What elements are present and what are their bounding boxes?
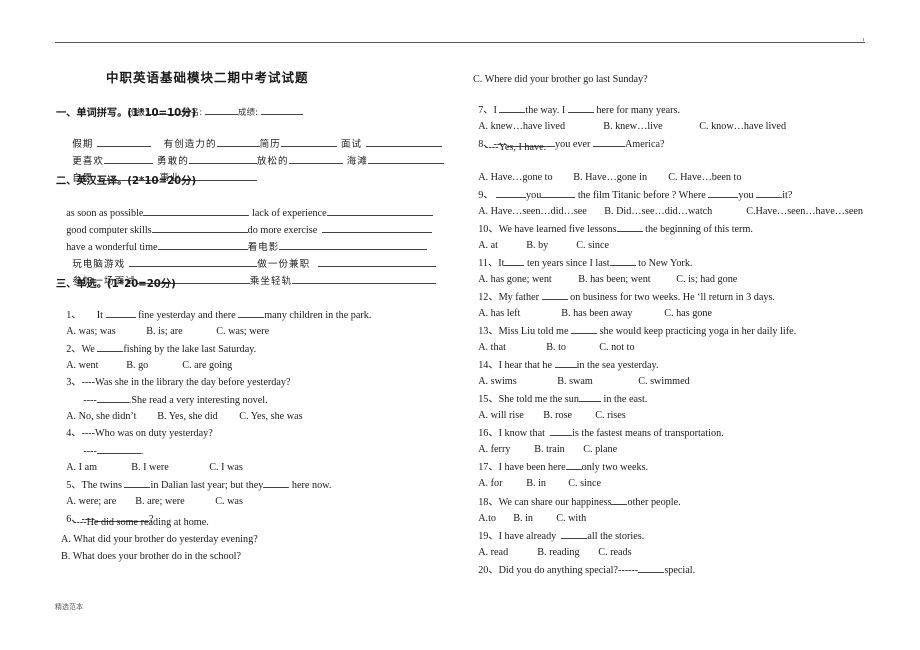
question-text: Did you do anything special?------ bbox=[498, 565, 639, 576]
section2-heading: 二、英汉互译。(2*10=20分) bbox=[56, 176, 197, 187]
exam-title: 中职英语基础模块二期中考试试题 bbox=[106, 70, 309, 85]
option-a[interactable]: A. What did your brother do yesterday ev… bbox=[61, 533, 258, 546]
option-c[interactable]: C. Yes, she was bbox=[239, 410, 302, 423]
section1-heading: 一、单词拼写。(1*10=10分) bbox=[56, 108, 197, 119]
reply-6: ----He did some reading at home. bbox=[73, 517, 209, 528]
answer-blank[interactable] bbox=[611, 495, 628, 505]
option-c[interactable]: C. know…have lived bbox=[699, 120, 786, 133]
answer-blank[interactable] bbox=[288, 154, 343, 164]
score-label: 成绩: bbox=[237, 108, 258, 118]
answer-blank[interactable] bbox=[616, 222, 643, 232]
score-field[interactable] bbox=[260, 105, 303, 115]
answer-blank[interactable] bbox=[367, 154, 444, 164]
question-20: 20、Did you do anything special?------ spe… bbox=[468, 550, 695, 590]
reply-8: ----Yes, I have. bbox=[485, 142, 547, 153]
answer-blank[interactable] bbox=[638, 563, 665, 573]
translation-prompt: 乘坐轻轨 bbox=[249, 276, 293, 287]
header-mark bbox=[863, 38, 864, 41]
question-text: you ever bbox=[555, 139, 593, 150]
option-c[interactable]: C.Have…seen…have…seen bbox=[746, 205, 863, 218]
answer-blank[interactable] bbox=[292, 274, 437, 284]
question-text: other people. bbox=[627, 497, 681, 508]
question-number: 20、 bbox=[478, 565, 499, 576]
question-text: many children in the park. bbox=[264, 310, 372, 321]
answer-blank[interactable] bbox=[592, 137, 625, 147]
spelling-prompt: 放松的 bbox=[256, 156, 289, 167]
footer-text: 精选范本 bbox=[55, 603, 83, 611]
spelling-prompt: 海滩 bbox=[346, 156, 368, 167]
question-text: the beginning of this term. bbox=[642, 224, 753, 235]
option-c[interactable]: C. Where did your brother go last Sunday… bbox=[473, 73, 648, 86]
question-text: here now. bbox=[289, 480, 332, 491]
option-b[interactable]: B. What does your brother do in the scho… bbox=[61, 550, 241, 563]
header-rule bbox=[55, 42, 865, 43]
question-text: special. bbox=[664, 565, 696, 576]
option-c[interactable]: C. was bbox=[215, 495, 243, 508]
question-text: America? bbox=[624, 139, 665, 150]
name-field[interactable] bbox=[204, 105, 238, 115]
answer-blank[interactable] bbox=[263, 478, 290, 488]
section3-heading: 三、单选。(1*20=20分) bbox=[56, 279, 176, 290]
